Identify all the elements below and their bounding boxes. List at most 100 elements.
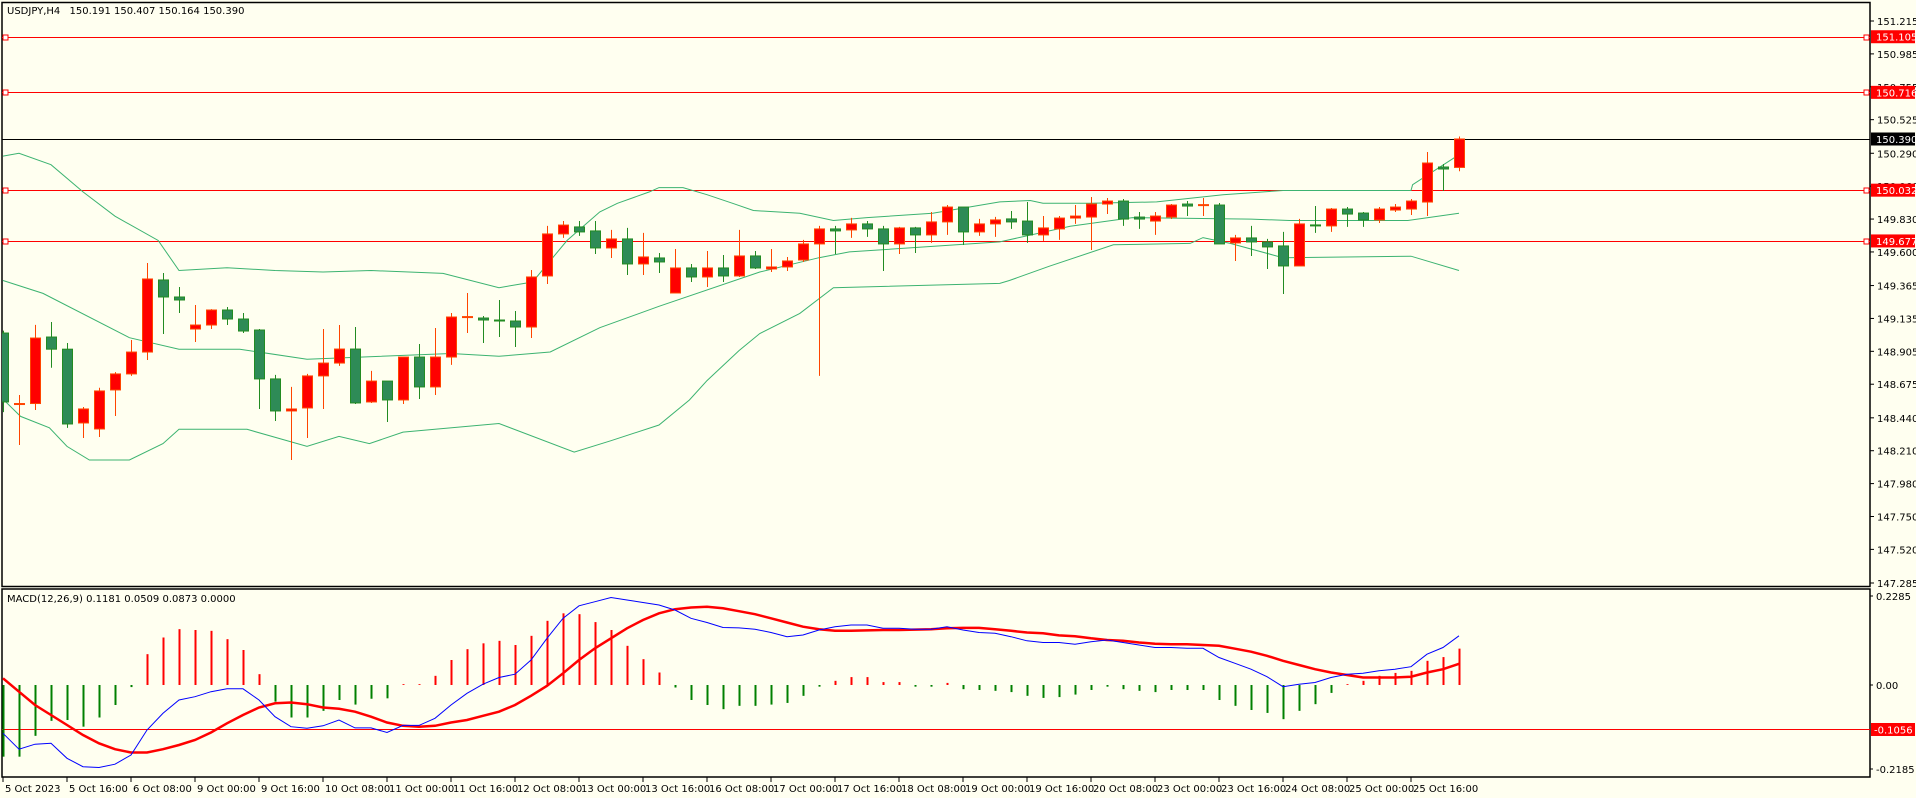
candle-body	[110, 373, 121, 391]
level-anchor-handle[interactable]	[1863, 89, 1870, 96]
candle-body	[446, 316, 457, 358]
candle-body	[958, 206, 969, 233]
bearish-candle	[1214, 203, 1225, 245]
chart-header: USDJPY,H4 150.191 150.407 150.164 150.39…	[7, 6, 244, 17]
time-axis-label: 18 Oct 08:00	[901, 784, 966, 795]
candle-body	[542, 233, 553, 277]
candle-body	[494, 319, 505, 322]
candle-body	[1166, 204, 1177, 218]
time-axis-label: 24 Oct 08:00	[1285, 784, 1350, 795]
candle-body	[926, 221, 937, 236]
time-axis-label: 10 Oct 08:00	[325, 784, 390, 795]
price-axis-label: 151.215	[1877, 17, 1916, 28]
candle-body	[606, 238, 617, 249]
candle-body	[126, 351, 137, 375]
bullish-candle	[1454, 136, 1465, 172]
macd-axis-label: -0.2185	[1876, 765, 1915, 776]
level-price-label: 150.032	[1876, 186, 1916, 197]
candle-body	[670, 267, 681, 294]
time-axis-label: 16 Oct 08:00	[709, 784, 774, 795]
candle-body	[622, 238, 633, 265]
candle-body	[334, 348, 345, 364]
time-axis-label: 17 Oct 00:00	[773, 784, 838, 795]
price-axis-label: 147.750	[1877, 512, 1916, 523]
candle-body	[654, 257, 665, 263]
candle-body	[30, 337, 41, 405]
time-axis-label: 19 Oct 00:00	[965, 784, 1030, 795]
candle-body	[14, 403, 25, 406]
candle-body	[302, 375, 313, 409]
price-axis-label: 149.830	[1877, 215, 1916, 226]
candle-body	[638, 256, 649, 265]
candle-body	[1086, 203, 1097, 218]
time-axis-label: 17 Oct 16:00	[837, 784, 902, 795]
bullish-candle	[542, 225, 553, 284]
candle-body	[1454, 138, 1465, 168]
price-axis-label: 147.980	[1877, 480, 1916, 491]
candle-body	[478, 317, 489, 321]
level-anchor-handle[interactable]	[1863, 187, 1870, 194]
macd-level-label: -0.1056	[1874, 726, 1913, 737]
time-axis-label: 9 Oct 16:00	[261, 784, 320, 795]
candle-body	[158, 279, 169, 298]
price-axis-label: 148.675	[1877, 380, 1916, 391]
macd-axis-label: 0.2285	[1876, 592, 1911, 603]
current-price-label: 150.390	[1876, 135, 1916, 146]
level-anchor-handle[interactable]	[1863, 34, 1870, 41]
macd-axis-label: 0.00	[1876, 681, 1898, 692]
candle-body	[430, 356, 441, 388]
candle-body	[1038, 227, 1049, 236]
candle-body	[254, 329, 265, 380]
candle-body	[702, 267, 713, 278]
macd-label: MACD(12,26,9) 0.1181 0.0509 0.0873 0.000…	[7, 594, 236, 605]
candle-body	[1182, 203, 1193, 207]
candle-body	[894, 227, 905, 245]
candle-body	[1022, 220, 1033, 236]
candle-body	[238, 318, 249, 332]
candle-body	[1438, 166, 1449, 170]
candle-body	[590, 230, 601, 249]
candle-body	[990, 219, 1001, 225]
time-axis-label: 25 Oct 16:00	[1413, 784, 1478, 795]
candle-body	[350, 348, 361, 404]
candle-body	[1150, 215, 1161, 222]
time-axis-label: 12 Oct 08:00	[517, 784, 582, 795]
time-axis-label: 25 Oct 00:00	[1349, 784, 1414, 795]
level-price-label: 151.105	[1876, 33, 1916, 44]
time-axis-label: 13 Oct 00:00	[581, 784, 646, 795]
trading-chart[interactable]: 151.215150.985150.755150.525150.290150.0…	[0, 0, 1916, 798]
candle-body	[1246, 237, 1257, 243]
bullish-candle	[398, 356, 409, 404]
price-axis-label: 148.440	[1877, 414, 1916, 425]
candle-body	[798, 243, 809, 261]
candle-body	[574, 226, 585, 233]
candle-body	[1310, 224, 1321, 227]
candle-body	[78, 408, 89, 424]
candle-body	[382, 380, 393, 401]
level-anchor-handle[interactable]	[2, 89, 9, 96]
candle-body	[270, 378, 281, 412]
candle-body	[846, 223, 857, 231]
candle-body	[398, 356, 409, 401]
candle-body	[1374, 208, 1385, 221]
bullish-candle	[1294, 218, 1305, 267]
level-anchor-handle[interactable]	[2, 34, 9, 41]
level-anchor-handle[interactable]	[2, 187, 9, 194]
price-axis-label: 149.600	[1877, 248, 1916, 259]
candle-body	[766, 266, 777, 270]
candle-body	[206, 309, 217, 326]
bullish-candle	[30, 324, 41, 410]
candle-body	[974, 223, 985, 233]
ohlc-readout: 150.191 150.407 150.164 150.390	[69, 6, 244, 17]
level-anchor-handle[interactable]	[1863, 238, 1870, 245]
candle-body	[62, 348, 73, 425]
candle-body	[318, 362, 329, 377]
candle-body	[1422, 162, 1433, 203]
candle-body	[1118, 200, 1129, 220]
candle-body	[1294, 223, 1305, 267]
time-axis-label: 11 Oct 16:00	[453, 784, 518, 795]
candle-body	[1278, 245, 1289, 267]
candle-body	[862, 223, 873, 230]
level-anchor-handle[interactable]	[2, 238, 9, 245]
candle-body	[1214, 204, 1225, 245]
